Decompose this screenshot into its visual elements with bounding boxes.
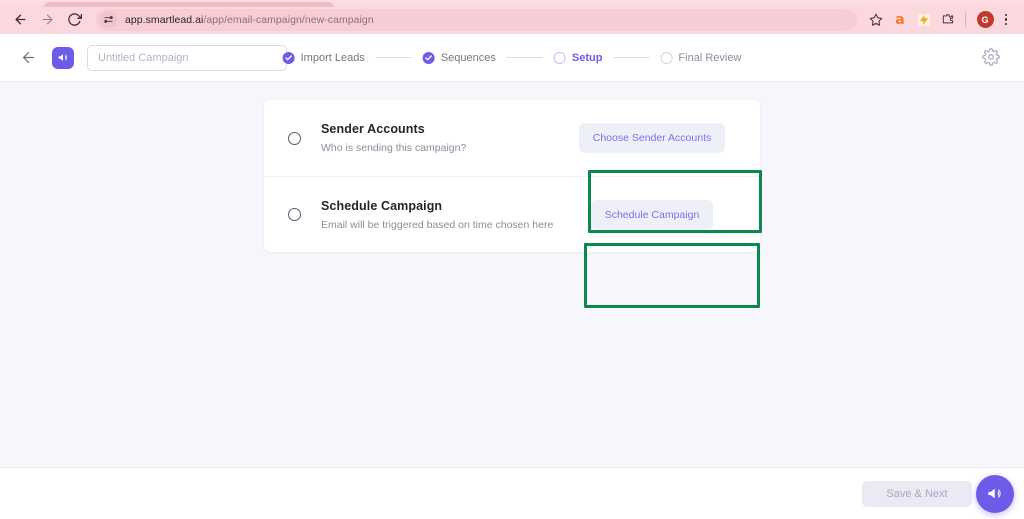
avatar: G xyxy=(976,11,994,28)
gear-icon[interactable] xyxy=(982,47,1002,68)
app-back-button[interactable] xyxy=(16,46,40,70)
profile-avatar[interactable]: G xyxy=(974,9,996,31)
radio-icon[interactable] xyxy=(288,208,301,221)
step-final-review[interactable]: Final Review xyxy=(660,51,742,64)
row-text: Sender Accounts Who is sending this camp… xyxy=(321,122,568,154)
campaign-stepper: Import Leads Sequences Setup Final Revie… xyxy=(282,51,742,64)
smartlead-megaphone-logo xyxy=(52,46,74,69)
step-setup[interactable]: Setup xyxy=(553,51,603,64)
browser-toolbar: app.smartlead.ai/app/email-campaign/new-… xyxy=(0,5,1024,34)
step-import-leads[interactable]: Import Leads xyxy=(282,51,365,64)
forward-arrow-icon[interactable] xyxy=(35,8,59,32)
url-path: /app/email-campaign/new-campaign xyxy=(203,13,374,26)
address-bar[interactable]: app.smartlead.ai/app/email-campaign/new-… xyxy=(96,8,857,31)
address-bar-url: app.smartlead.ai/app/email-campaign/new-… xyxy=(125,14,374,26)
campaign-name-input[interactable] xyxy=(87,44,287,71)
row-action: Choose Sender Accounts xyxy=(568,123,736,153)
step-sequences[interactable]: Sequences xyxy=(422,51,496,64)
app-header: Import Leads Sequences Setup Final Revie… xyxy=(0,34,1024,82)
amazon-extension-icon[interactable]: a xyxy=(889,9,911,31)
extensions-puzzle-icon[interactable] xyxy=(937,9,959,31)
site-settings-sliders-icon[interactable] xyxy=(100,11,117,28)
back-arrow-icon[interactable] xyxy=(8,8,32,32)
step-connector xyxy=(613,57,650,58)
step-label: Setup xyxy=(571,51,603,64)
reload-icon[interactable] xyxy=(62,8,86,32)
step-check-icon xyxy=(422,51,435,64)
row-subtitle: Who is sending this campaign? xyxy=(321,142,467,154)
row-subtitle: Email will be triggered based on time ch… xyxy=(321,218,554,231)
setup-card: Sender Accounts Who is sending this camp… xyxy=(264,100,760,252)
url-domain: app.smartlead.ai xyxy=(125,13,204,26)
step-connector xyxy=(375,57,412,58)
radio-icon[interactable] xyxy=(288,131,301,145)
footer-bar: Save & Next xyxy=(0,467,1024,519)
browser-chrome: app.smartlead.ai/app/email-campaign/new-… xyxy=(0,0,1024,34)
toolbar-divider xyxy=(965,12,966,27)
highlight-box-schedule-campaign xyxy=(584,243,760,308)
row-text: Schedule Campaign Email will be triggere… xyxy=(321,199,568,231)
schedule-campaign-button[interactable]: Schedule Campaign xyxy=(590,199,714,230)
kebab-menu-icon[interactable] xyxy=(996,9,1016,31)
step-circle-icon xyxy=(660,51,673,64)
step-label: Import Leads xyxy=(300,51,365,64)
honey-extension-icon[interactable] xyxy=(913,9,935,31)
setup-row-schedule-campaign[interactable]: Schedule Campaign Email will be triggere… xyxy=(264,176,760,252)
row-title: Schedule Campaign xyxy=(321,198,443,213)
step-connector xyxy=(506,57,543,58)
megaphone-icon[interactable] xyxy=(976,474,1014,513)
choose-sender-accounts-button[interactable]: Choose Sender Accounts xyxy=(578,123,726,153)
step-check-icon xyxy=(282,51,295,64)
save-and-next-button[interactable]: Save & Next xyxy=(862,480,972,507)
star-icon[interactable] xyxy=(865,9,887,31)
main-content: Sender Accounts Who is sending this camp… xyxy=(0,82,1024,467)
row-title: Sender Accounts xyxy=(321,122,425,136)
step-circle-icon xyxy=(553,51,566,64)
step-label: Final Review xyxy=(678,51,742,64)
row-action: Schedule Campaign xyxy=(568,199,736,230)
setup-row-sender-accounts[interactable]: Sender Accounts Who is sending this camp… xyxy=(264,100,760,176)
step-label: Sequences xyxy=(440,51,496,64)
